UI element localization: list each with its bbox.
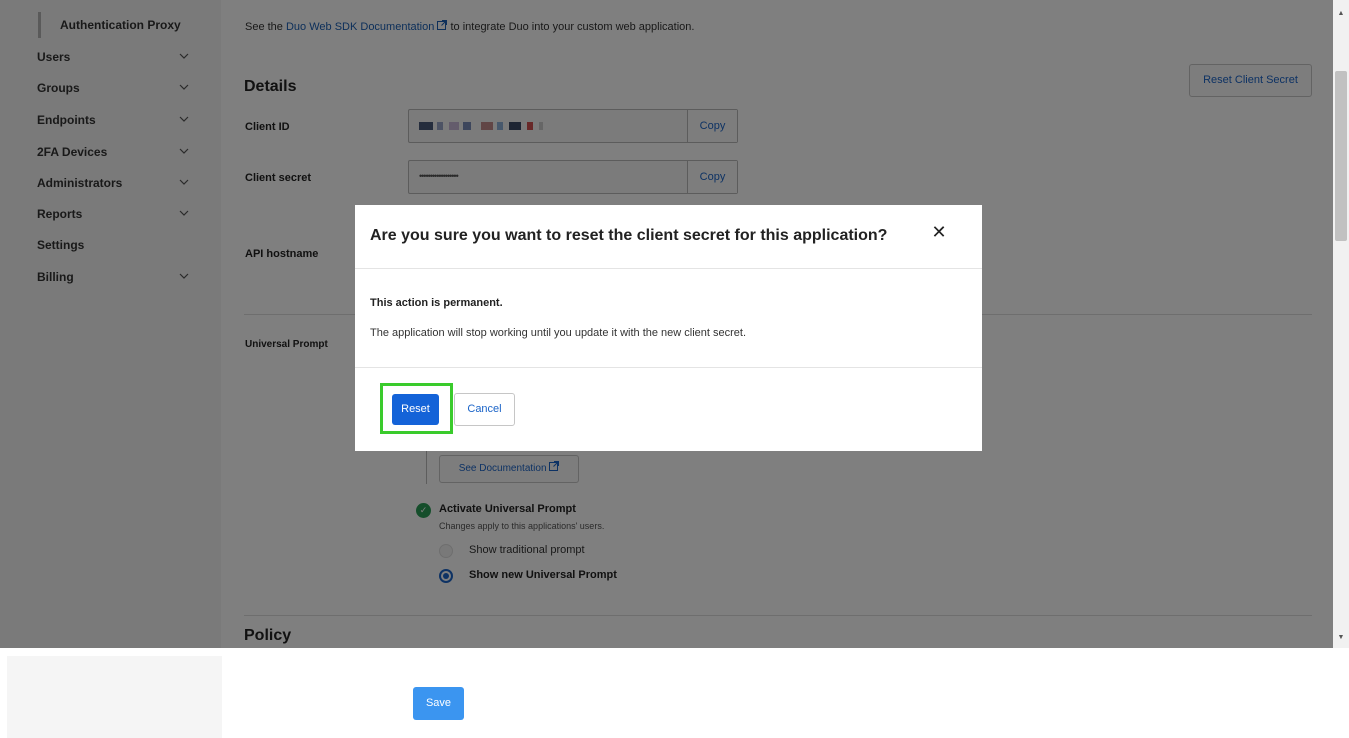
dialog-warning: This action is permanent. (370, 297, 503, 309)
scroll-up-arrow-icon[interactable]: ▲ (1333, 6, 1349, 22)
sidebar-footer (7, 656, 222, 738)
reset-button[interactable]: Reset (392, 394, 439, 425)
save-button[interactable]: Save (413, 687, 464, 720)
close-icon[interactable]: ✕ (930, 222, 948, 242)
dialog-divider (355, 268, 982, 269)
dialog-divider (355, 367, 982, 368)
vertical-scrollbar[interactable]: ▲ ▼ (1333, 0, 1349, 648)
cancel-button[interactable]: Cancel (454, 393, 515, 426)
dialog-title: Are you sure you want to reset the clien… (370, 227, 888, 244)
dialog-message: The application will stop working until … (370, 327, 747, 339)
scroll-down-arrow-icon[interactable]: ▼ (1333, 630, 1349, 646)
reset-secret-dialog: Are you sure you want to reset the clien… (355, 205, 982, 451)
scrollbar-thumb[interactable] (1335, 71, 1347, 241)
